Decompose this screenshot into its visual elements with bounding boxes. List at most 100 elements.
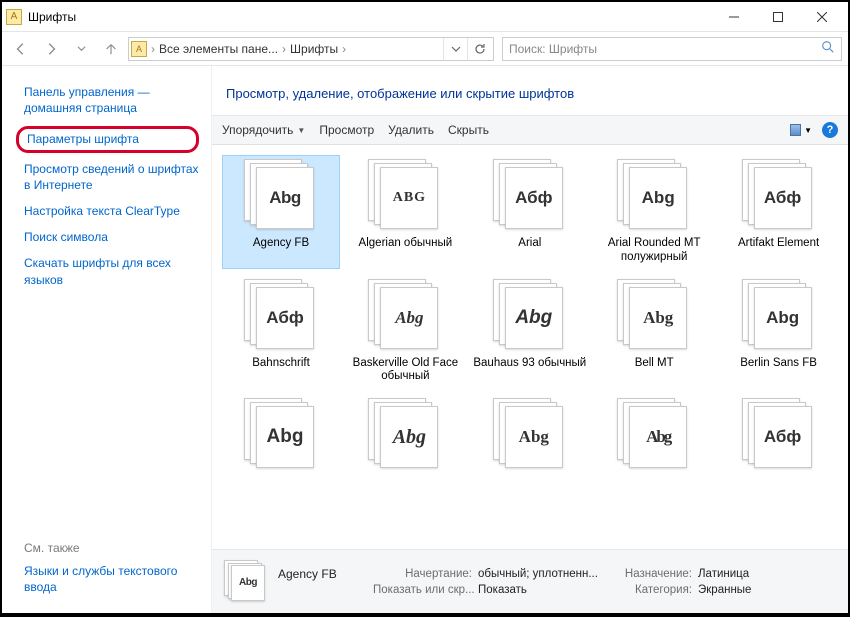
font-item[interactable]: AbgArial Rounded MT полужирный [595, 155, 713, 269]
minimize-button[interactable] [712, 3, 756, 31]
help-button[interactable]: ? [822, 122, 838, 138]
see-also-label: См. также [24, 541, 199, 555]
annotation-highlight: Параметры шрифта [16, 126, 199, 152]
window-title: Шрифты [28, 10, 712, 24]
font-item[interactable]: Абф Artifakt Element [720, 155, 838, 269]
search-placeholder: Поиск: Шрифты [509, 42, 597, 56]
font-label: Agency FB [253, 237, 309, 251]
delete-button[interactable]: Удалить [388, 123, 434, 137]
font-sample: Abg [515, 307, 552, 329]
details-font-name: Agency FB [278, 567, 373, 581]
font-item[interactable]: Abg Baskerville Old Face обычный [346, 275, 464, 389]
font-sample: Абф [515, 188, 552, 208]
location-icon: A [131, 41, 147, 57]
details-designed-key: Назначение: [608, 568, 698, 580]
font-grid[interactable]: AbgAgency FBABGAlgerian обычныйАбфArialA… [212, 145, 848, 549]
sidebar: Панель управления — домашняя страница Па… [2, 66, 212, 613]
main-panel: Просмотр, удаление, отображение или скры… [212, 66, 848, 613]
font-item[interactable]: Abg [346, 394, 464, 480]
font-thumbnail: Abg [617, 279, 691, 353]
font-sample: Abg [646, 427, 670, 447]
fonts-folder-icon: A [6, 9, 22, 25]
sidebar-cleartype-link[interactable]: Настройка текста ClearType [24, 203, 199, 219]
chevron-down-icon: ▼ [804, 126, 812, 135]
toolbar: Упорядочить▼ Просмотр Удалить Скрыть ▼ ? [212, 115, 848, 145]
details-style-key: Начертание: [373, 568, 478, 580]
close-button[interactable] [800, 3, 844, 31]
font-sample: Abg [267, 426, 304, 448]
address-dropdown[interactable] [443, 38, 467, 60]
details-designed-value: Латиница [698, 568, 788, 580]
sidebar-symbol-link[interactable]: Поиск символа [24, 229, 199, 245]
sidebar-download-link[interactable]: Скачать шрифты для всех языков [24, 255, 199, 287]
maximize-button[interactable] [756, 3, 800, 31]
font-item[interactable]: Абф [720, 394, 838, 480]
font-item[interactable]: Abg [222, 394, 340, 480]
forward-button[interactable] [38, 36, 64, 62]
chevron-right-icon: › [282, 42, 286, 56]
font-thumbnail: Abg [368, 279, 442, 353]
chevron-down-icon: ▼ [297, 126, 305, 135]
font-sample: Abg [395, 308, 423, 328]
sidebar-online-info-link[interactable]: Просмотр сведений о шрифтах в Интернете [24, 161, 199, 193]
font-label: Artifakt Element [738, 237, 819, 251]
page-heading: Просмотр, удаление, отображение или скры… [212, 66, 848, 115]
font-item[interactable]: Abg Bell MT [595, 275, 713, 389]
window-controls [712, 3, 844, 31]
up-button[interactable] [98, 36, 124, 62]
font-item[interactable]: АбфBahnschrift [222, 275, 340, 389]
breadcrumb-segment[interactable]: Все элементы пане... [159, 42, 278, 56]
font-sample: Abg [642, 188, 675, 208]
details-show-key: Показать или скр... [373, 584, 478, 596]
font-thumbnail: Abg [617, 398, 691, 472]
font-sample: Abg [643, 308, 673, 328]
back-button[interactable] [8, 36, 34, 62]
font-item[interactable]: Abg Bauhaus 93 обычный [471, 275, 589, 389]
sidebar-font-params-link[interactable]: Параметры шрифта [27, 131, 188, 147]
font-item[interactable]: Abg [471, 394, 589, 480]
font-item[interactable]: Abg Agency FB [222, 155, 340, 269]
body: Панель управления — домашняя страница Па… [2, 66, 848, 613]
font-thumbnail: Abg [368, 398, 442, 472]
font-thumbnail: ABG [368, 159, 442, 233]
address-bar[interactable]: A › Все элементы пане... › Шрифты › [128, 37, 494, 61]
nav-bar: A › Все элементы пане... › Шрифты › Поис… [2, 32, 848, 66]
search-input[interactable]: Поиск: Шрифты [502, 37, 842, 61]
font-sample: Abg [766, 308, 799, 328]
details-pane: Abg Agency FB Начертание: обычный; уплот… [212, 549, 848, 613]
font-sample: Абф [764, 188, 801, 208]
font-label: Algerian обычный [359, 237, 453, 251]
font-item[interactable]: ABG Algerian обычный [346, 155, 464, 269]
font-sample: Abg [393, 426, 426, 449]
details-style-value: обычный; уплотненн... [478, 568, 608, 580]
sidebar-home-link[interactable]: Панель управления — домашняя страница [24, 84, 199, 116]
details-thumbnail: Abg [224, 560, 268, 604]
font-item[interactable]: Abg [595, 394, 713, 480]
font-thumbnail: Abg [493, 279, 567, 353]
hide-button[interactable]: Скрыть [448, 123, 489, 137]
font-item[interactable]: АбфArial [471, 155, 589, 269]
font-label: Bauhaus 93 обычный [473, 357, 586, 371]
font-label: Bell MT [635, 357, 674, 371]
font-thumbnail: Абф [742, 398, 816, 472]
font-label: Berlin Sans FB [740, 357, 817, 371]
preview-button[interactable]: Просмотр [319, 123, 374, 137]
font-sample: Abg [269, 188, 301, 208]
refresh-button[interactable] [467, 38, 491, 60]
window-root: A Шрифты A › Все элементы пане... › Шриф… [2, 2, 848, 613]
search-icon [821, 40, 835, 57]
view-options-button[interactable]: ▼ [790, 122, 812, 138]
organize-menu[interactable]: Упорядочить▼ [222, 123, 305, 137]
titlebar: A Шрифты [2, 2, 848, 32]
font-sample: ABG [393, 190, 426, 206]
font-item[interactable]: Abg Berlin Sans FB [720, 275, 838, 389]
breadcrumb-segment[interactable]: Шрифты [290, 42, 338, 56]
recent-dropdown[interactable] [68, 36, 94, 62]
details-category-value: Экранные [698, 584, 788, 596]
sidebar-textservices-link[interactable]: Языки и службы текстового ввода [24, 563, 199, 595]
font-sample: Abg [519, 427, 549, 447]
font-thumbnail: Abg [244, 159, 318, 233]
font-label: Baskerville Old Face обычный [348, 357, 462, 385]
details-show-value: Показать [478, 584, 608, 596]
font-thumbnail: Абф [742, 159, 816, 233]
